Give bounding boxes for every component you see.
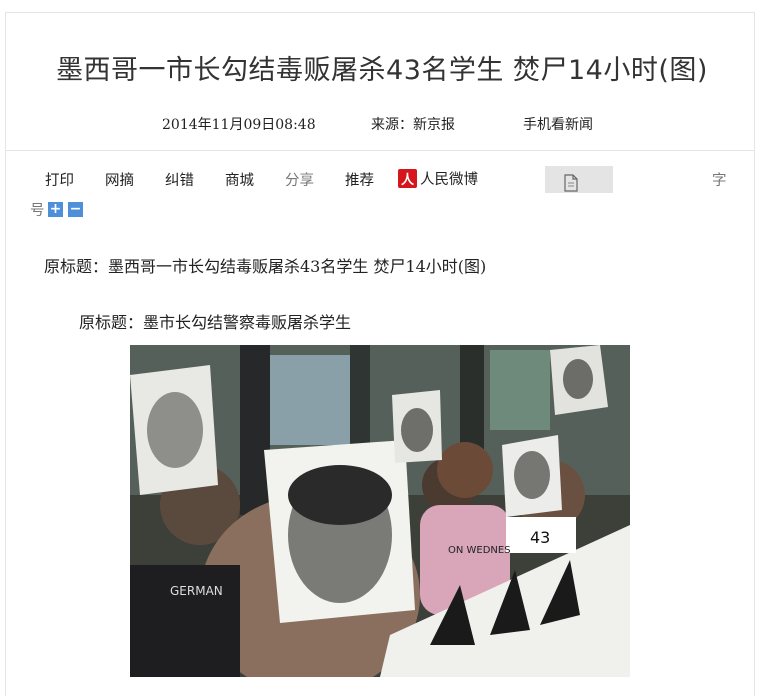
article-title: 墨西哥一市长勾结毒贩屠杀43名学生 焚尸14小时(图) [56, 55, 708, 86]
web-excerpt-button[interactable]: 网摘 [105, 169, 134, 190]
weibo-share-button[interactable]: 人 人民微博 [398, 168, 478, 189]
article-source: 来源：新京报 [371, 117, 455, 133]
original-title-2: 原标题：墨市长勾结警察毒贩屠杀学生 [79, 313, 352, 332]
share-label: 分享 [285, 173, 314, 189]
print-button[interactable]: 打印 [45, 169, 74, 190]
weibo-logo-icon: 人 [398, 169, 417, 188]
article-photo: 43 ON WEDNES GERMAN [130, 345, 630, 677]
document-share-button[interactable] [545, 166, 613, 193]
original-title-1: 原标题：墨西哥一市长勾结毒贩屠杀43名学生 焚尸14小时(图) [44, 257, 487, 276]
font-size-label-part1: 字 [712, 173, 727, 189]
mobile-news-link[interactable]: 手机看新闻 [523, 114, 593, 134]
photo-sign-43: 43 [530, 528, 550, 547]
header-divider [6, 150, 754, 151]
font-decrease-button[interactable]: − [68, 202, 83, 217]
correction-button[interactable]: 纠错 [165, 169, 194, 190]
publish-date: 2014年11月09日08:48 [162, 117, 316, 133]
weibo-label: 人民微博 [420, 172, 478, 188]
font-increase-button[interactable]: + [48, 202, 63, 217]
recommend-button[interactable]: 推荐 [345, 169, 374, 190]
document-icon [564, 174, 578, 192]
mall-link[interactable]: 商城 [225, 169, 254, 190]
photo-sign-text: ON WEDNES [448, 545, 511, 556]
font-size-label-part2: 号 [30, 203, 45, 219]
photo-sign-german: GERMAN [170, 584, 223, 598]
protest-photo-illustration: 43 ON WEDNES GERMAN [130, 345, 630, 677]
